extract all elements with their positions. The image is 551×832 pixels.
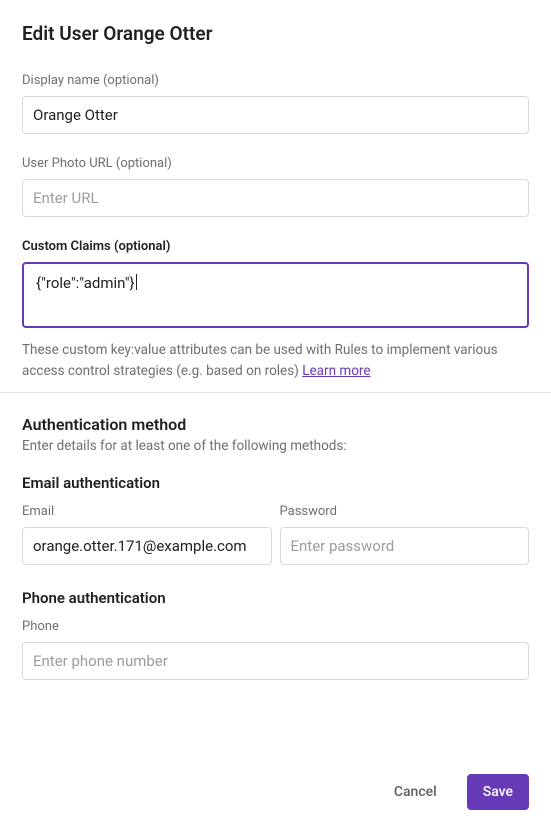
custom-claims-helper-text: These custom key:value attributes can be… bbox=[22, 342, 498, 379]
photo-url-input[interactable] bbox=[22, 179, 529, 217]
auth-heading: Authentication method bbox=[22, 415, 529, 434]
custom-claims-label: Custom Claims (optional) bbox=[22, 239, 529, 254]
phone-input[interactable] bbox=[22, 642, 529, 680]
dialog-footer: Cancel Save bbox=[22, 754, 529, 810]
auth-section: Authentication method Enter details for … bbox=[22, 415, 529, 702]
display-name-field: Display name (optional) bbox=[22, 73, 529, 134]
dialog-title: Edit User Orange Otter bbox=[22, 22, 529, 45]
email-field: Email bbox=[22, 504, 272, 565]
save-button[interactable]: Save bbox=[467, 774, 529, 810]
email-input[interactable] bbox=[22, 527, 272, 565]
phone-label: Phone bbox=[22, 619, 529, 634]
password-input[interactable] bbox=[280, 527, 530, 565]
photo-url-field: User Photo URL (optional) bbox=[22, 156, 529, 217]
email-label: Email bbox=[22, 504, 272, 519]
custom-claims-field: Custom Claims (optional) {"role":"admin"… bbox=[22, 239, 529, 382]
auth-subheading: Enter details for at least one of the fo… bbox=[22, 438, 529, 454]
password-field: Password bbox=[280, 504, 530, 565]
photo-url-label: User Photo URL (optional) bbox=[22, 156, 529, 171]
phone-field: Phone bbox=[22, 619, 529, 680]
password-label: Password bbox=[280, 504, 530, 519]
display-name-input[interactable] bbox=[22, 96, 529, 134]
custom-claims-helper: These custom key:value attributes can be… bbox=[22, 340, 529, 382]
cancel-button[interactable]: Cancel bbox=[378, 774, 453, 810]
phone-auth-heading: Phone authentication bbox=[22, 589, 529, 607]
edit-user-dialog: Edit User Orange Otter Display name (opt… bbox=[0, 0, 551, 832]
learn-more-link[interactable]: Learn more bbox=[302, 363, 370, 379]
display-name-label: Display name (optional) bbox=[22, 73, 529, 88]
email-auth-row: Email Password bbox=[22, 504, 529, 565]
custom-claims-input[interactable]: {"role":"admin"} bbox=[22, 262, 529, 328]
email-auth-heading: Email authentication bbox=[22, 474, 529, 492]
section-divider bbox=[0, 392, 551, 393]
